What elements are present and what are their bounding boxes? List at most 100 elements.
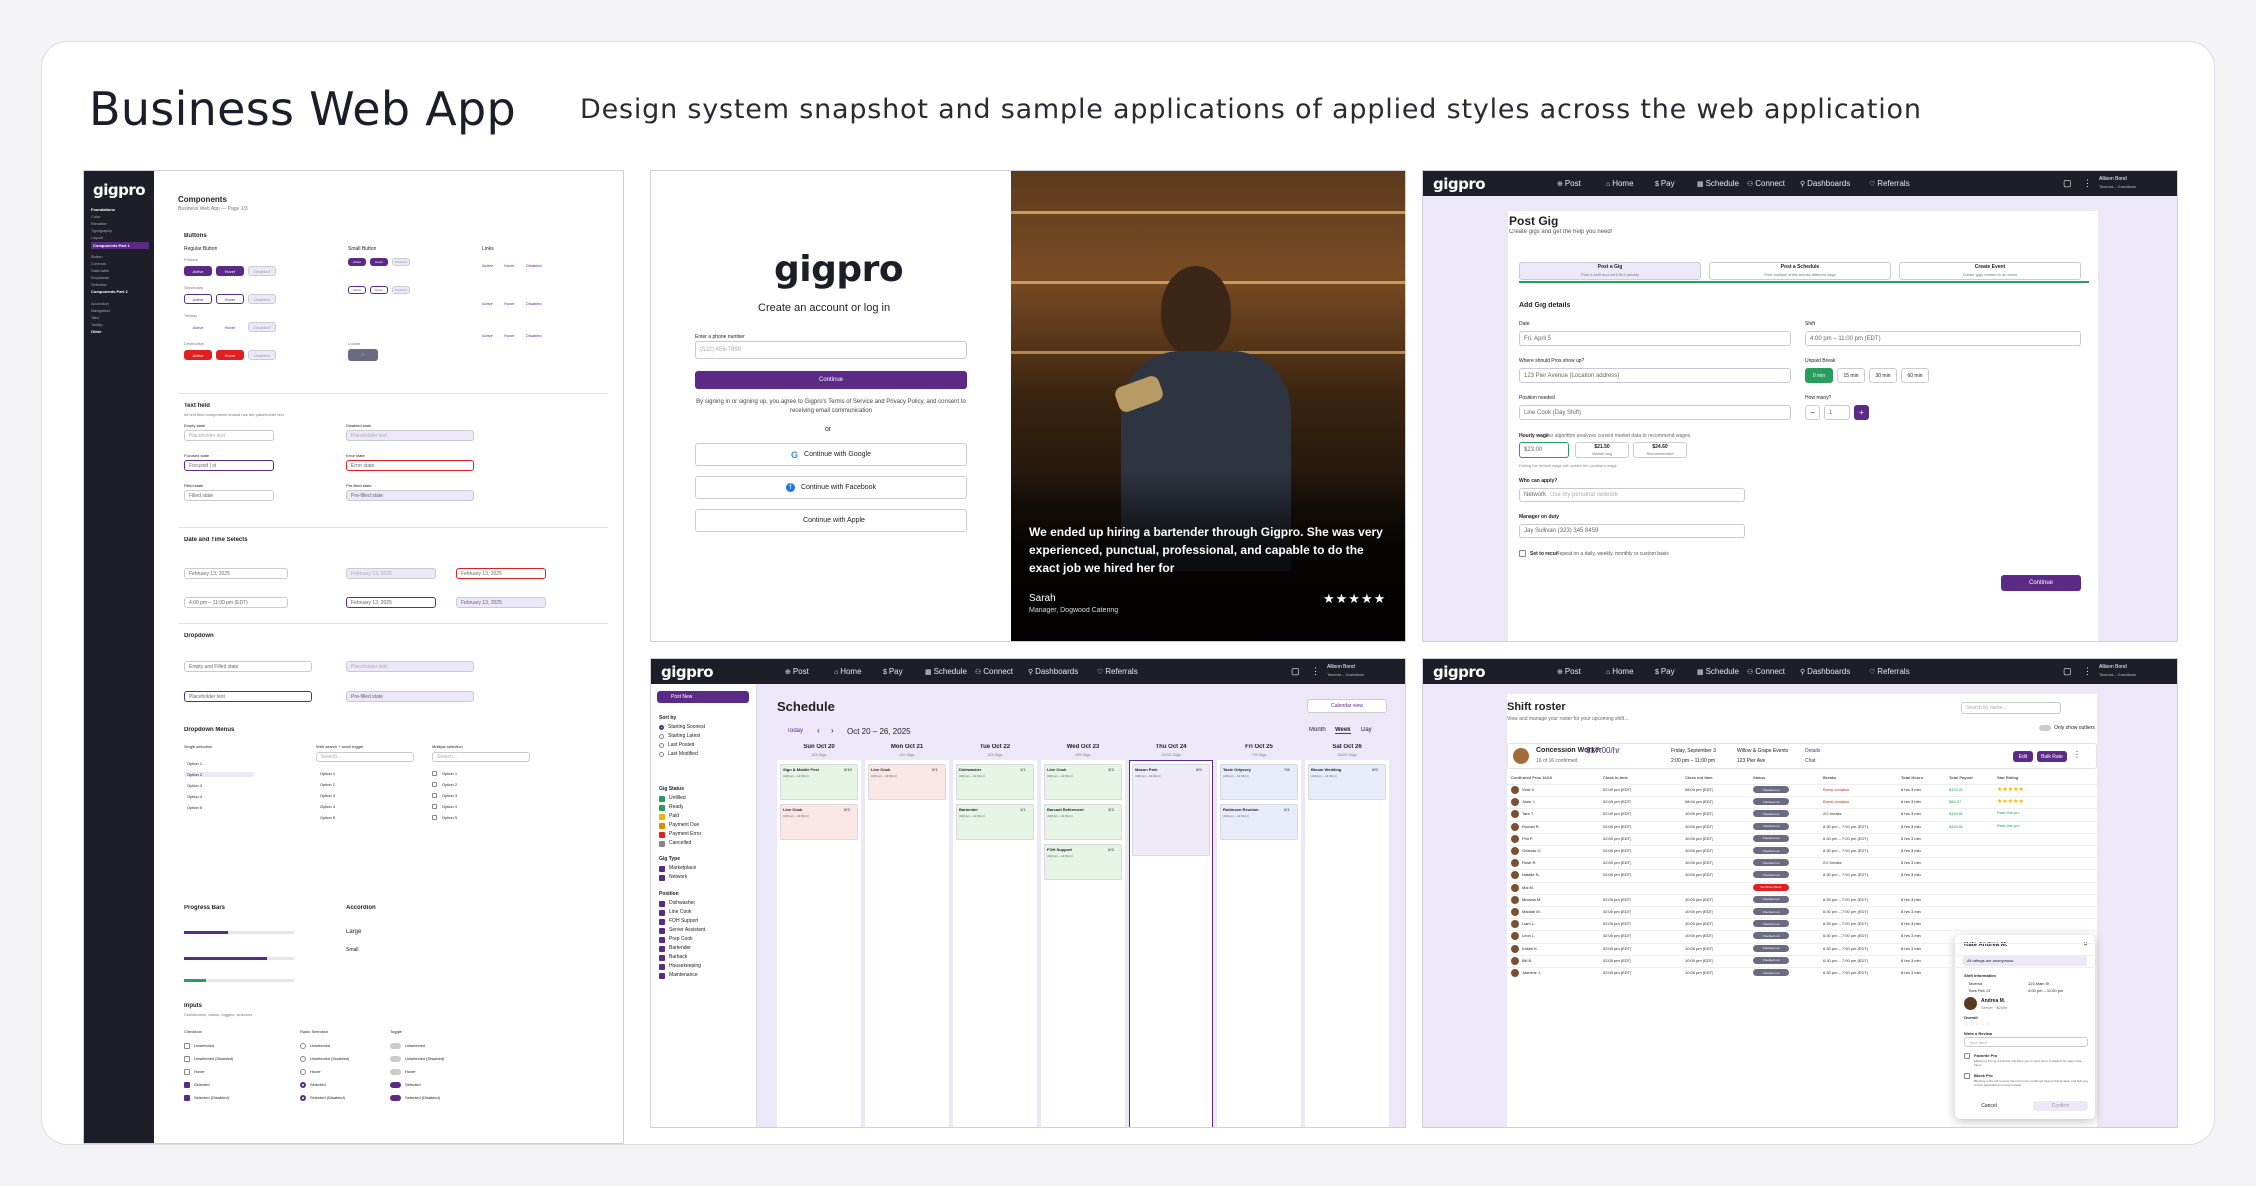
checkbox[interactable] [184, 1095, 190, 1101]
pro-name[interactable]: Orlando O. [1522, 848, 1542, 853]
sidebar-item[interactable]: Data table [91, 268, 109, 273]
checkbox[interactable] [659, 973, 665, 979]
view-tab[interactable]: Month [1309, 727, 1326, 733]
small-button-sample[interactable]: Hover [370, 286, 388, 294]
nav-item-dashboards[interactable]: ⚲ Dashboards [1028, 667, 1078, 676]
menu-option[interactable]: Option 3 [184, 783, 254, 788]
menu-option[interactable]: Option 4 [184, 794, 254, 799]
nav-item-pay[interactable]: $ Pay [1655, 179, 1675, 188]
toggle[interactable] [390, 1069, 401, 1075]
sidebar-item[interactable]: Tabs [91, 315, 99, 320]
checkbox[interactable] [659, 901, 665, 907]
checkbox[interactable] [659, 814, 665, 820]
filled-state-field[interactable]: Filled state [184, 490, 274, 501]
shift-select[interactable]: 4:00 pm – 11:00 pm (EDT) [184, 597, 288, 608]
checkbox[interactable] [659, 955, 665, 961]
menu-option[interactable]: Option 3 [320, 793, 335, 798]
checkbox[interactable] [659, 866, 665, 872]
more-icon[interactable]: ⋮ [2083, 666, 2092, 677]
checkbox[interactable] [184, 1043, 190, 1049]
nav-item-connect[interactable]: ⚇ Connect [975, 667, 1013, 676]
details-link[interactable]: Details [1805, 748, 1820, 754]
sidebar-item[interactable]: Foundations [91, 207, 115, 212]
radio[interactable] [300, 1056, 306, 1062]
sidebar-item[interactable]: Components Part 2 [91, 289, 128, 294]
link-sample[interactable]: Active [482, 301, 493, 306]
pro-name[interactable]: Ronald R. [1522, 824, 1540, 829]
block-checkbox[interactable] [1964, 1073, 1970, 1079]
chat-icon[interactable]: ▢ [2063, 178, 2072, 189]
pro-name[interactable]: Kristin K. [1522, 946, 1538, 951]
rate-link[interactable]: Rate this pro [1997, 823, 2020, 828]
button-sample[interactable]: Hover [216, 294, 244, 304]
link-sample[interactable]: Disabled [526, 301, 542, 306]
sidebar-item[interactable]: Components Part 1 [91, 242, 149, 249]
pro-name[interactable]: Mol M. [1522, 885, 1534, 890]
checkbox[interactable] [659, 919, 665, 925]
review-input[interactable]: Type here [1964, 1037, 2088, 1047]
more-icon[interactable]: ⋮ [1311, 666, 1320, 677]
sidebar-item[interactable]: Color [91, 214, 101, 219]
sidebar-item[interactable]: Other [91, 329, 102, 334]
nav-item-dashboards[interactable]: ⚲ Dashboards [1800, 179, 1850, 188]
button-sample[interactable]: Active [184, 350, 212, 360]
pro-name[interactable]: Phil P. [1522, 836, 1533, 841]
nav-item-pay[interactable]: $ Pay [883, 667, 903, 676]
continue-button[interactable]: Continue [695, 371, 967, 389]
checkbox[interactable] [659, 805, 665, 811]
nav-item-post[interactable]: ⊕ Post [785, 667, 809, 676]
nav-item-schedule[interactable]: ▦ Schedule [1697, 667, 1739, 676]
small-button-sample[interactable]: Active [348, 258, 366, 266]
checkbox[interactable] [432, 793, 437, 798]
date-field[interactable]: Fri, April 5 [1519, 331, 1791, 346]
google-button[interactable]: G Continue with Google [695, 443, 967, 466]
outlier-toggle[interactable] [2039, 725, 2051, 731]
menu-option[interactable]: Option 3 [442, 793, 457, 798]
dropdown-filled[interactable]: Empty and Filled state [184, 661, 312, 672]
button-sample[interactable]: Active [184, 266, 212, 276]
sidebar-item[interactable]: Tooltip [91, 322, 103, 327]
sidebar-item[interactable]: Elevation [91, 221, 107, 226]
menu-option[interactable]: Option 2 [184, 772, 254, 777]
pro-name[interactable]: Leon L. [1522, 933, 1535, 938]
radio[interactable] [300, 1095, 306, 1101]
pro-name[interactable]: Liam L. [1522, 921, 1535, 926]
checkbox[interactable] [184, 1082, 190, 1088]
radio[interactable] [300, 1069, 306, 1075]
nav-item-referrals[interactable]: ♡ Referrals [1097, 667, 1138, 676]
shift-field[interactable]: 4:00 pm – 11:00 pm (EDT) [1805, 331, 2081, 346]
accordion-item[interactable]: Small [346, 947, 359, 953]
chat-link[interactable]: Chat [1805, 758, 1816, 764]
date-select-error[interactable]: February 13, 2025 [456, 568, 546, 579]
toggle[interactable] [390, 1082, 401, 1088]
nav-item-post[interactable]: ⊕ Post [1557, 667, 1581, 676]
sidebar-item[interactable]: Layout [91, 235, 103, 240]
toggle[interactable] [390, 1056, 401, 1062]
star-rating[interactable]: ★★★★★ [1997, 786, 2024, 793]
edit-button[interactable]: Edit [2013, 751, 2033, 762]
link-sample[interactable]: Hover [504, 263, 515, 268]
position-field[interactable]: Line Cook (Day Shift) [1519, 405, 1791, 420]
pro-name[interactable]: Maddie M. [1522, 909, 1541, 914]
menu-search-input-multi[interactable]: Search... [432, 752, 530, 762]
nav-item-referrals[interactable]: ♡ Referrals [1869, 179, 1910, 188]
date-select[interactable]: February 13, 2025 [184, 568, 288, 579]
small-button-sample[interactable]: Active [348, 286, 366, 294]
menu-search-input[interactable]: Search... [316, 752, 414, 762]
focused-state-field[interactable]: Focused | st [184, 460, 274, 471]
nav-item-schedule[interactable]: ▦ Schedule [925, 667, 967, 676]
facebook-button[interactable]: f Continue with Facebook [695, 476, 967, 499]
break-option[interactable]: 30 min [1869, 368, 1897, 383]
nav-item-schedule[interactable]: ▦ Schedule [1697, 179, 1739, 188]
user-name[interactable]: Allison Bond [1327, 664, 1355, 670]
who-field[interactable]: Network Use my personal network [1519, 488, 1745, 502]
checkbox[interactable] [432, 782, 437, 787]
sidebar-item[interactable]: Navigation [91, 308, 110, 313]
view-tab[interactable]: Day [1361, 727, 1372, 733]
recur-checkbox[interactable] [1519, 550, 1526, 557]
link-sample[interactable]: Disabled [526, 333, 542, 338]
prev-week-icon[interactable]: ‹ [817, 726, 820, 735]
radio[interactable] [659, 743, 664, 748]
sidebar-item[interactable]: Selection [91, 282, 107, 287]
checkbox[interactable] [659, 841, 665, 847]
